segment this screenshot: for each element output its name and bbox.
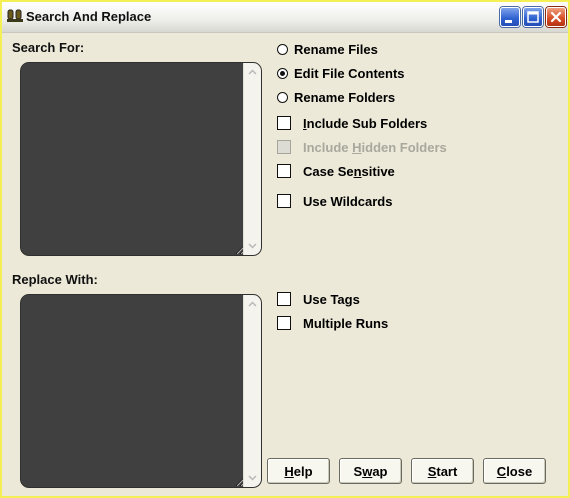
include-sub-folders-option[interactable]: Include Sub Folders — [277, 114, 427, 132]
scroll-down-icon[interactable] — [246, 239, 259, 252]
include-hidden-folders-option: Include Hidden Folders — [277, 138, 447, 156]
search-for-box — [20, 62, 262, 256]
swap-button[interactable]: Sw ap — [339, 458, 402, 484]
include-hidden-folders-checkbox — [277, 140, 291, 154]
case-sensitive-option[interactable]: Case Sensitive — [277, 162, 395, 180]
use-tags-checkbox[interactable] — [277, 292, 291, 306]
close-button[interactable]: Close — [483, 458, 546, 484]
multiple-runs-option[interactable]: Multiple Runs — [277, 314, 388, 332]
edit-file-contents-option[interactable]: Edit File Contents — [277, 64, 405, 82]
maximize-button[interactable] — [523, 7, 543, 27]
rename-folders-label: Rename Folders — [294, 89, 396, 105]
start-button[interactable]: Start — [411, 458, 474, 484]
minimize-icon — [505, 20, 512, 23]
scroll-up-icon[interactable] — [246, 298, 259, 311]
scroll-up-icon[interactable] — [246, 66, 259, 79]
use-wildcards-option[interactable]: Use Wildcards — [277, 192, 392, 210]
search-for-label: Search For: — [12, 40, 85, 55]
replace-with-scrollbar[interactable] — [243, 295, 261, 487]
include-sub-folders-checkbox[interactable] — [277, 116, 291, 130]
edit-file-contents-label: Edit File Contents — [294, 65, 405, 81]
rename-files-label: Rename Files — [294, 41, 378, 57]
edit-file-contents-radio[interactable] — [277, 67, 288, 79]
use-tags-label: Use Tags — [303, 291, 360, 307]
use-tags-option[interactable]: Use Tags — [277, 290, 360, 308]
replace-with-label: Replace With: — [12, 272, 98, 287]
rename-folders-option[interactable]: Rename Folders — [277, 88, 395, 106]
minimize-button[interactable] — [500, 7, 520, 27]
multiple-runs-checkbox[interactable] — [277, 316, 291, 330]
help-button[interactable]: Help — [267, 458, 330, 484]
title-bar[interactable]: Search And Replace — [2, 2, 568, 33]
rename-files-radio[interactable] — [277, 43, 288, 55]
case-sensitive-label: Case Sensitive — [303, 163, 395, 179]
replace-with-box — [20, 294, 262, 488]
search-replace-window: Search And Replace Search For: Replace W… — [0, 0, 570, 498]
app-icon — [7, 9, 23, 22]
use-wildcards-checkbox[interactable] — [277, 194, 291, 208]
use-wildcards-label: Use Wildcards — [303, 193, 393, 209]
include-hidden-folders-label: Include Hidden Folders — [303, 139, 447, 155]
window-title: Search And Replace — [26, 9, 152, 24]
rename-files-option[interactable]: Rename Files — [277, 40, 378, 58]
close-window-button[interactable] — [546, 7, 566, 27]
replace-with-input[interactable] — [21, 295, 244, 487]
scroll-down-icon[interactable] — [246, 471, 259, 484]
include-sub-folders-label: Include Sub Folders — [303, 115, 428, 131]
case-sensitive-checkbox[interactable] — [277, 164, 291, 178]
close-icon — [550, 11, 562, 23]
search-for-input[interactable] — [21, 63, 244, 255]
maximize-icon — [527, 11, 539, 23]
rename-folders-radio[interactable] — [277, 91, 288, 103]
search-for-scrollbar[interactable] — [243, 63, 261, 255]
multiple-runs-label: Multiple Runs — [303, 315, 389, 331]
